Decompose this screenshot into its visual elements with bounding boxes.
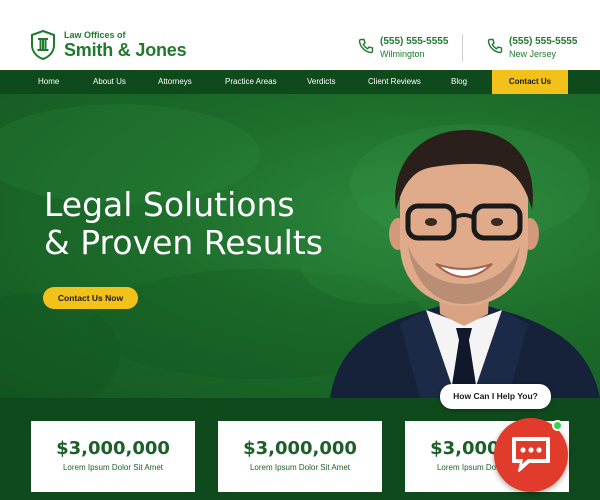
contact-wilmington[interactable]: (555) 555-5555 Wilmington: [358, 36, 448, 60]
contact-phone: (555) 555-5555: [509, 36, 578, 47]
chat-icon: [512, 437, 550, 472]
contact-us-now-button[interactable]: Contact Us Now: [43, 287, 138, 309]
nav-item-client-reviews[interactable]: Client Reviews: [368, 70, 421, 94]
logo-name: Smith & Jones: [64, 40, 187, 60]
nav-item-about-us[interactable]: About Us: [93, 70, 126, 94]
nav-item-attorneys[interactable]: Attorneys: [158, 70, 192, 94]
hero-headline-line2: & Proven Results: [44, 223, 323, 262]
logo-tagline: Law Offices of: [64, 30, 126, 40]
nav-contact-button[interactable]: Contact Us: [492, 70, 568, 94]
logo[interactable]: Law Offices of Smith & Jones: [30, 30, 187, 60]
contact-city: Wilmington: [380, 49, 425, 59]
contact-new-jersey[interactable]: (555) 555-5555 New Jersey: [487, 36, 577, 60]
stat-value: $3,000,000: [56, 438, 170, 459]
chat-prompt-bubble[interactable]: How Can I Help You?: [440, 384, 551, 409]
nav-item-home[interactable]: Home: [38, 70, 59, 94]
nav-item-blog[interactable]: Blog: [451, 70, 467, 94]
stat-label: Lorem Ipsum Dolor Sit Amet: [249, 463, 351, 472]
nav-item-practice-areas[interactable]: Practice Areas: [225, 70, 277, 94]
hero-section: Legal Solutions & Proven Results Contact…: [0, 94, 600, 398]
contact-phone: (555) 555-5555: [380, 36, 449, 47]
phone-icon: [487, 38, 503, 54]
pillar-logo-icon: [31, 30, 55, 60]
hero-headline: Legal Solutions & Proven Results: [44, 186, 364, 262]
header-divider: [462, 34, 463, 62]
nav-item-verdicts[interactable]: Verdicts: [307, 70, 335, 94]
stat-label: Lorem Ipsum Dolor Sit Amet: [62, 463, 164, 472]
stat-card: $3,000,000 Lorem Ipsum Dolor Sit Amet: [218, 421, 382, 492]
phone-icon: [358, 38, 374, 54]
attorney-portrait: [330, 130, 600, 398]
contact-city: New Jersey: [509, 49, 557, 59]
stat-value: $3,000,000: [243, 438, 357, 459]
stat-card: $3,000,000 Lorem Ipsum Dolor Sit Amet: [31, 421, 195, 492]
hero-headline-line1: Legal Solutions: [44, 185, 295, 224]
online-status-dot: [552, 420, 563, 431]
site-header: Law Offices of Smith & Jones (555) 555-5…: [0, 0, 600, 70]
